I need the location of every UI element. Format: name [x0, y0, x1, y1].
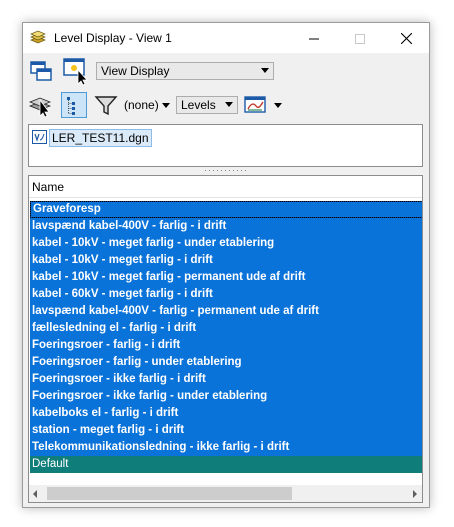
filter-label[interactable]: (none)	[124, 98, 159, 112]
list-item[interactable]: Foeringsroer - farlig - i drift	[30, 337, 422, 354]
minimize-button[interactable]	[291, 23, 337, 53]
file-tree-panel: LER_TEST11.dgn	[28, 124, 423, 167]
title-bar[interactable]: Level Display - View 1	[23, 23, 429, 53]
layer-cursor-icon	[28, 97, 52, 118]
display-style-button[interactable]	[244, 93, 270, 119]
window-title: Level Display - View 1	[54, 31, 172, 45]
display-style-dropdown-icon[interactable]	[274, 103, 282, 108]
list-item[interactable]: kabel - 10kV - meget farlig - i drift	[30, 252, 422, 269]
highlight-cursor-icon	[63, 58, 88, 86]
tree-list-button[interactable]	[61, 92, 87, 118]
maximize-button[interactable]	[337, 23, 383, 53]
horizontal-scrollbar[interactable]	[29, 485, 422, 502]
view-windows-icon	[30, 61, 52, 81]
toolbar-bottom: (none) Levels	[23, 89, 429, 121]
filter-funnel-icon	[94, 96, 118, 116]
view-windows-button[interactable]	[28, 58, 54, 84]
list-item[interactable]: kabel - 60kV - meget farlig - i drift	[30, 286, 422, 303]
filter-button[interactable]	[93, 92, 119, 118]
list-item[interactable]: Foeringsroer - ikke farlig - i drift	[30, 371, 422, 388]
chevron-down-icon	[261, 68, 269, 73]
list-item[interactable]: Graveforesp	[30, 201, 422, 218]
view-display-select[interactable]: View Display	[96, 62, 274, 80]
list-item[interactable]: Foeringsroer - ikke farlig - under etabl…	[30, 388, 422, 405]
highlight-cursor-button[interactable]	[62, 56, 88, 86]
stacked-layers-icon	[30, 30, 46, 44]
view-display-value: View Display	[101, 64, 170, 78]
list-item[interactable]: station - meget farlig - i drift	[30, 422, 422, 439]
levels-select[interactable]: Levels	[176, 96, 238, 114]
scroll-left-icon[interactable]	[33, 490, 37, 498]
list-item[interactable]: lavspænd kabel-400V - farlig - i drift	[30, 218, 422, 235]
list-item[interactable]: Foeringsroer - farlig - under etablering	[30, 354, 422, 371]
minimize-icon	[309, 38, 319, 40]
dgn-file-icon	[32, 130, 47, 144]
chevron-down-icon	[225, 102, 233, 107]
list-item[interactable]: kabelboks el - farlig - i drift	[30, 405, 422, 422]
layer-cursor-button[interactable]	[28, 92, 54, 118]
scroll-right-icon[interactable]	[413, 490, 417, 498]
list-item[interactable]: fællesledning el - farlig - i drift	[30, 320, 422, 337]
tree-list-icon	[67, 97, 75, 115]
name-column-header[interactable]: Name	[29, 176, 422, 198]
display-style-icon	[244, 96, 266, 113]
splitter-grip[interactable]	[203, 169, 249, 173]
toolbar-top: View Display	[23, 53, 429, 87]
close-button[interactable]	[383, 23, 429, 53]
level-display-window: Level Display - View 1 View Display (non…	[22, 22, 430, 508]
list-item[interactable]: lavspænd kabel-400V - farlig - permanent…	[30, 303, 422, 320]
column-header-label: Name	[32, 180, 65, 194]
level-rows: Graveforesp lavspænd kabel-400V - farlig…	[30, 201, 422, 473]
scrollbar-thumb[interactable]	[47, 487, 292, 500]
list-item[interactable]: Telekommunikationsledning - ikke farlig …	[30, 439, 422, 456]
list-item[interactable]: kabel - 10kV - meget farlig - permanent …	[30, 269, 422, 286]
file-name: LER_TEST11.dgn	[49, 129, 152, 147]
close-icon	[400, 32, 412, 45]
filter-dropdown-icon[interactable]	[162, 103, 170, 108]
levels-value: Levels	[181, 98, 216, 112]
level-list-panel: Name Graveforesp lavspænd kabel-400V - f…	[28, 175, 423, 503]
list-item[interactable]: kabel - 10kV - meget farlig - under etab…	[30, 235, 422, 252]
list-item-default[interactable]: Default	[30, 456, 422, 473]
maximize-icon	[355, 33, 365, 44]
